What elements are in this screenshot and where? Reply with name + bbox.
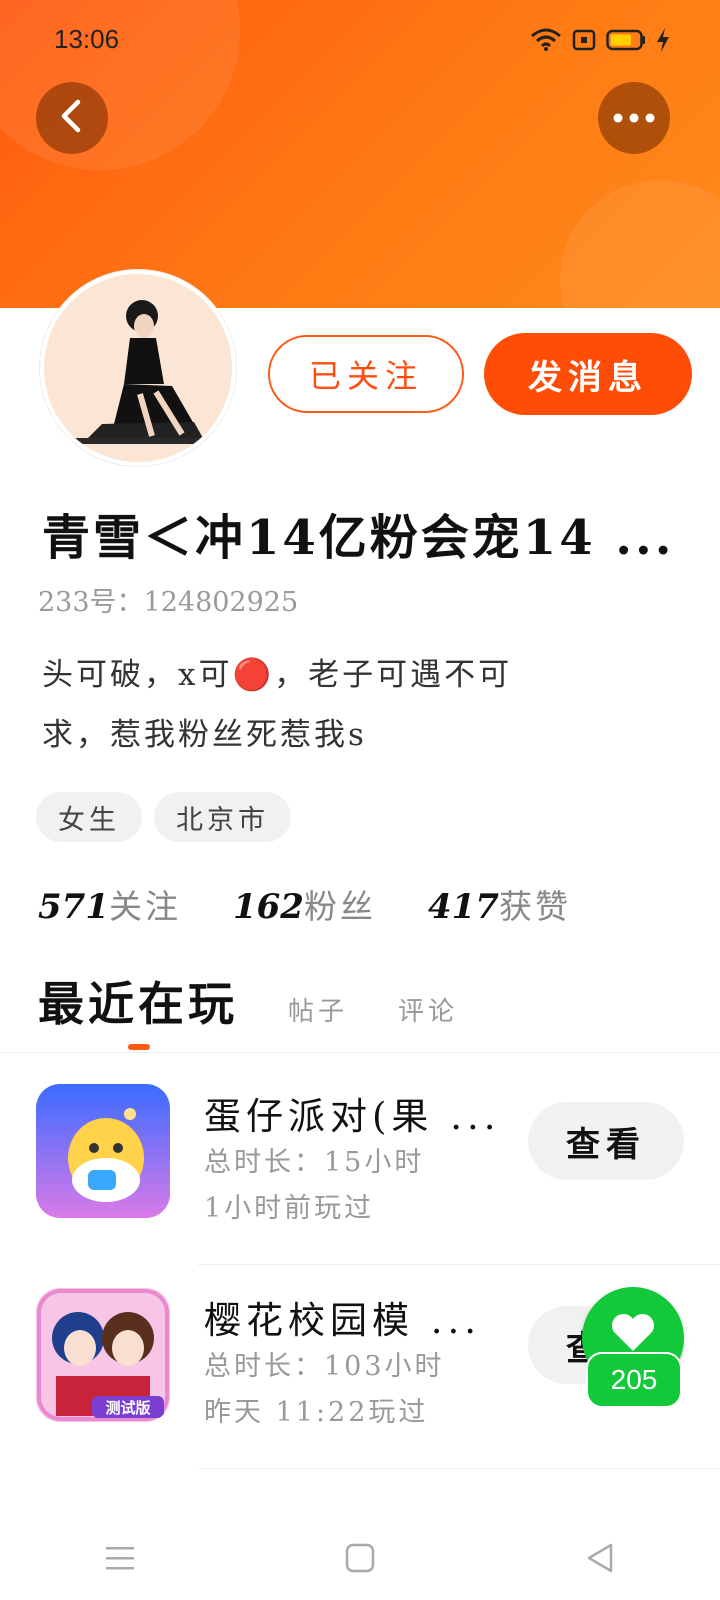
system-navigation-bar	[0, 1520, 720, 1600]
tag-gender: 女生	[36, 792, 142, 842]
tag-list: 女生 北京市	[36, 792, 291, 842]
divider	[198, 1468, 720, 1469]
tag-location: 北京市	[154, 792, 291, 842]
profile-tabs: 最近在玩 帖子 评论	[38, 968, 458, 1034]
status-bar: 13:06	[0, 0, 720, 80]
tab-recently-played[interactable]: 最近在玩	[38, 968, 238, 1034]
test-version-badge: 测试版	[105, 1399, 150, 1417]
wifi-icon	[530, 28, 562, 56]
battery-icon	[606, 29, 646, 55]
account-id: 233号：124802925	[38, 587, 299, 618]
profile-header-banner: 13:06	[0, 0, 720, 308]
heart-icon	[610, 1313, 656, 1357]
charging-icon	[656, 28, 670, 56]
nav-menu-button[interactable]	[60, 1530, 180, 1590]
tab-comments[interactable]: 评论	[398, 991, 458, 1028]
stats-row: 571关注 162粉丝 417获赞	[38, 880, 571, 928]
decor-blob	[560, 180, 720, 308]
home-square-icon	[345, 1543, 375, 1577]
game-last-played: 昨天 11:22玩过	[204, 1397, 429, 1428]
avatar[interactable]	[40, 270, 236, 466]
fans-label: 粉丝	[303, 887, 376, 926]
ellipsis-icon	[612, 109, 656, 128]
chevron-left-icon	[58, 98, 86, 138]
status-icons	[530, 28, 670, 56]
bio-line: 求，惹我粉丝死惹我s	[42, 717, 367, 753]
menu-icon	[105, 1545, 135, 1575]
status-time: 13:06	[54, 24, 120, 54]
game-duration: 总时长：103小时	[204, 1351, 445, 1382]
more-options-button[interactable]	[598, 82, 670, 154]
divider	[198, 1264, 720, 1265]
follow-button[interactable]: 已关注	[268, 335, 464, 413]
nav-home-button[interactable]	[300, 1530, 420, 1590]
tab-posts[interactable]: 帖子	[288, 991, 348, 1028]
likes-count: 417	[427, 887, 499, 927]
username: 青雪＜冲14亿粉会宠14 ...	[42, 510, 675, 566]
stat-likes: 417获赞	[428, 880, 571, 928]
nav-back-button[interactable]	[540, 1530, 660, 1590]
likes-label: 获赞	[498, 887, 571, 926]
game-list-item[interactable]: 蛋仔派对(果 ... 总时长：15小时 1小时前玩过 查看	[0, 1068, 720, 1268]
like-count-badge: 205	[586, 1352, 682, 1408]
following-label: 关注	[108, 887, 181, 926]
game-last-played: 1小时前玩过	[204, 1193, 375, 1224]
bio: 头可破，x可🔴，老子可遇不可 求，惹我粉丝死惹我s	[42, 645, 642, 765]
bio-line: 头可破，x可🔴，老子可遇不可	[42, 657, 513, 693]
back-triangle-icon	[585, 1542, 615, 1578]
view-game-button[interactable]: 查看	[528, 1102, 684, 1180]
sim-icon	[572, 29, 596, 55]
game-title: 樱花校园模 ...	[204, 1299, 482, 1342]
game-icon-sakura-school: 测试版	[36, 1288, 170, 1422]
game-title: 蛋仔派对(果 ...	[204, 1095, 501, 1138]
fans-count: 162	[232, 887, 304, 927]
send-message-button[interactable]: 发消息	[484, 333, 692, 415]
game-duration: 总时长：15小时	[204, 1147, 425, 1178]
divider	[0, 1052, 720, 1053]
stat-following[interactable]: 571关注	[38, 880, 181, 928]
back-button[interactable]	[36, 82, 108, 154]
tab-indicator	[128, 1044, 150, 1050]
following-count: 571	[38, 887, 109, 927]
stat-fans[interactable]: 162粉丝	[233, 880, 376, 928]
game-icon-eggy-party	[36, 1084, 170, 1218]
